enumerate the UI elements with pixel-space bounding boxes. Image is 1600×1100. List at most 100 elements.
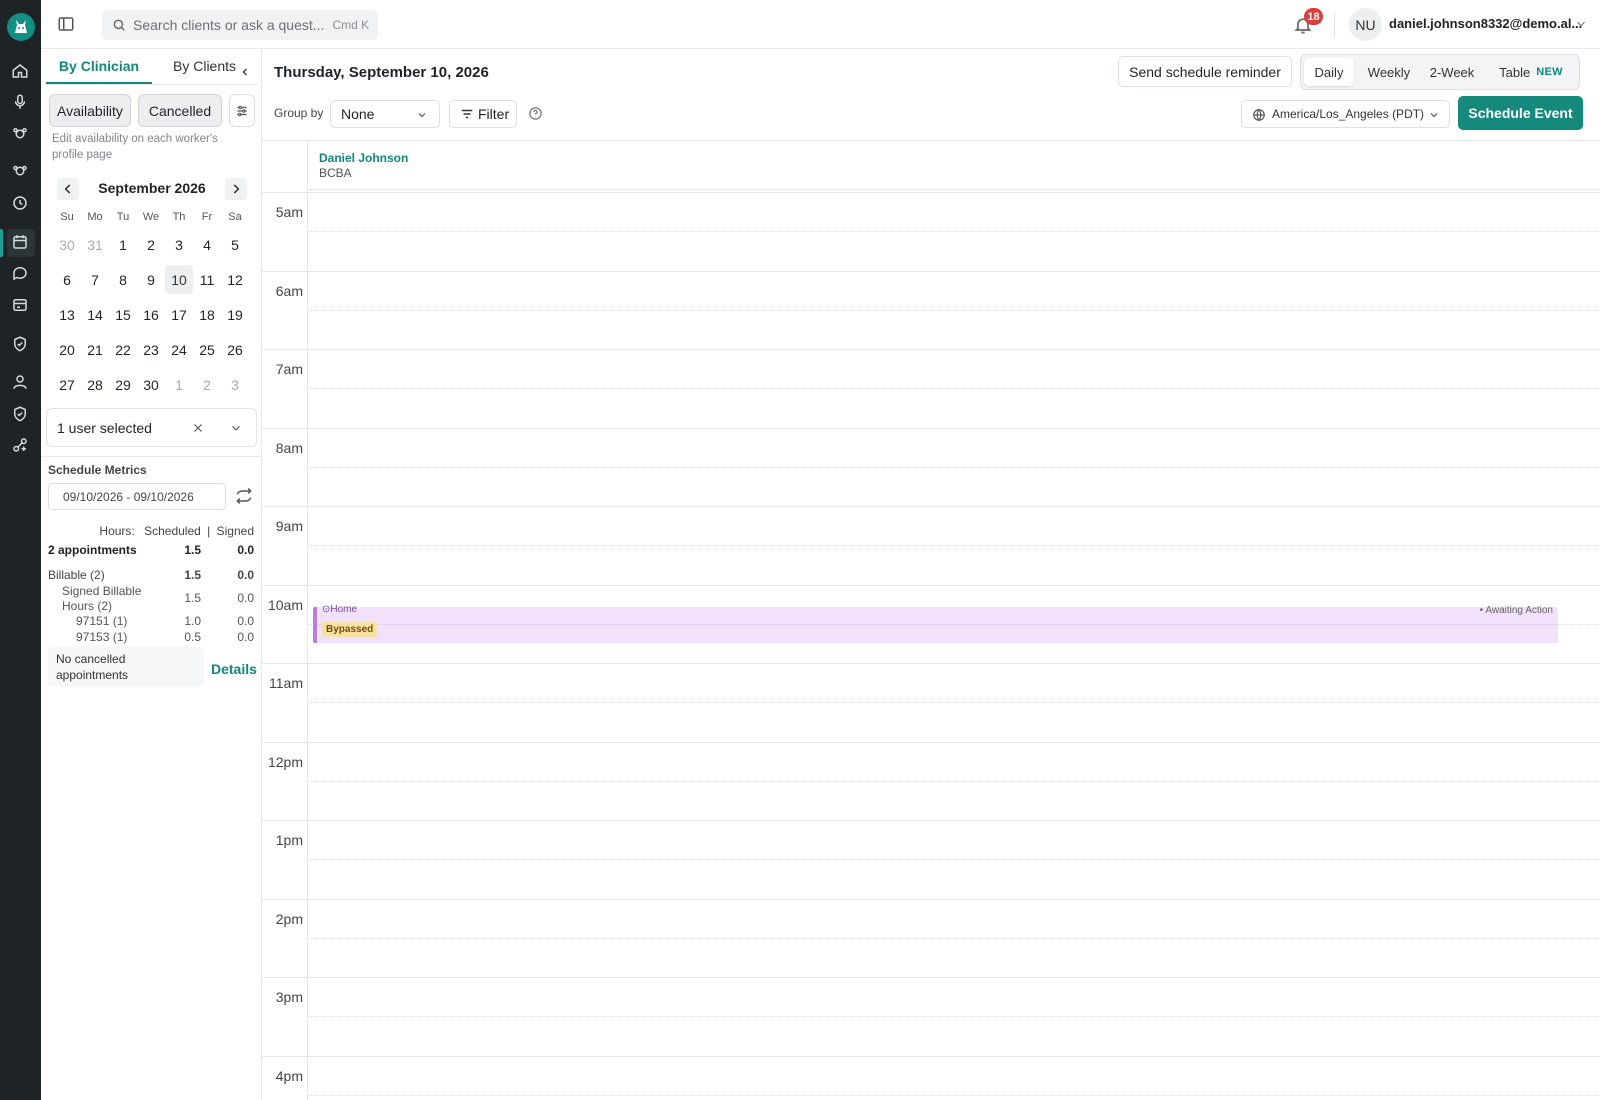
calendar-day[interactable]: 5 [221, 227, 249, 262]
calendar-day[interactable]: 1 [109, 227, 137, 262]
hour-line [262, 977, 1600, 978]
close-icon[interactable] [191, 421, 205, 435]
calendar-day[interactable]: 18 [193, 297, 221, 332]
filter-button[interactable]: Filter [449, 100, 517, 128]
chevron-right-icon [233, 184, 240, 194]
calendar-day[interactable]: 16 [137, 297, 165, 332]
sidebar-toggle-icon[interactable] [57, 15, 75, 33]
worker-icon[interactable] [11, 162, 31, 182]
calendar-day[interactable]: 2 [193, 367, 221, 402]
tab-by-clients[interactable]: By Clients [173, 58, 236, 74]
filter-label: Filter [478, 106, 510, 122]
chat-icon[interactable] [11, 264, 31, 284]
calendar-day[interactable]: 31 [81, 227, 109, 262]
calendar-day[interactable]: 27 [53, 367, 81, 402]
billing-icon[interactable] [11, 296, 31, 316]
schedule-event-button[interactable]: Schedule Event [1458, 96, 1583, 130]
calendar-day[interactable]: 24 [165, 332, 193, 367]
calendar-day[interactable]: 9 [137, 262, 165, 297]
appointment-event[interactable]: ⊙Home • Awaiting Action Bypassed [313, 604, 1558, 643]
availability-button[interactable]: Availability [49, 94, 131, 127]
user-email[interactable]: daniel.johnson8332@demo.al... [1389, 16, 1582, 31]
search-shortcut: Cmd K [332, 18, 370, 32]
view-2-week[interactable]: 2-Week [1422, 58, 1482, 86]
metrics-date-range[interactable]: 09/10/2026 - 09/10/2026 [48, 483, 226, 510]
view-table[interactable]: Table NEW [1485, 58, 1577, 86]
person-icon[interactable] [11, 373, 31, 393]
metric-signed: 0.0 [237, 591, 254, 605]
tabs-underline [46, 84, 258, 85]
weekday-label: Su [60, 211, 74, 223]
metric-label: 97151 (1) [76, 614, 128, 628]
no-cancelled-note: No cancelled appointments [48, 647, 204, 687]
chevron-down-icon[interactable] [1574, 17, 1588, 31]
search-bar[interactable]: Search clients or ask a quest... Cmd K [102, 10, 378, 40]
calendar-day[interactable]: 22 [109, 332, 137, 367]
calendar-day[interactable]: 12 [221, 262, 249, 297]
metrics-row: 2 appointments 1.5 0.0 [48, 543, 254, 557]
help-icon[interactable] [528, 106, 543, 121]
calendar-day[interactable]: 26 [221, 332, 249, 367]
metric-label: 97153 (1) [76, 630, 128, 644]
metric-scheduled: 1.5 [184, 591, 201, 605]
clock-icon[interactable] [11, 194, 31, 214]
refresh-icon[interactable] [234, 486, 254, 506]
hour-label: 11am [269, 675, 303, 691]
chevron-down-icon[interactable] [229, 421, 243, 435]
user-select[interactable]: 1 user selected [46, 408, 257, 447]
view-weekly[interactable]: Weekly [1359, 58, 1419, 86]
calendar-day[interactable]: 4 [193, 227, 221, 262]
home-icon[interactable] [11, 62, 31, 82]
details-link[interactable]: Details [211, 661, 257, 677]
notification-badge: 18 [1304, 8, 1323, 25]
sliders-icon[interactable] [229, 94, 255, 127]
calendar-day[interactable]: 23 [137, 332, 165, 367]
calendar-day[interactable]: 11 [193, 262, 221, 297]
send-reminder-button[interactable]: Send schedule reminder [1118, 56, 1292, 87]
shield-check-icon[interactable] [11, 405, 31, 425]
calendar-day[interactable]: 29 [109, 367, 137, 402]
calendar-day[interactable]: 28 [81, 367, 109, 402]
calendar-day[interactable]: 30 [53, 227, 81, 262]
weekday-label: Sa [228, 211, 242, 223]
bypassed-badge: Bypassed [322, 622, 378, 637]
hour-line [262, 270, 1600, 272]
view-tabs: By Clinician By Clients [46, 58, 258, 84]
avatar[interactable]: NU [1349, 8, 1382, 41]
microphone-icon[interactable] [11, 93, 31, 113]
calendar-day[interactable]: 13 [53, 297, 81, 332]
calendar-day[interactable]: 21 [81, 332, 109, 367]
view-daily[interactable]: Daily [1304, 58, 1354, 86]
calendar-day[interactable]: 2 [137, 227, 165, 262]
group-by-value: None [341, 106, 375, 122]
next-month-button[interactable] [225, 178, 247, 200]
calendar-day[interactable]: 8 [109, 262, 137, 297]
calendar-day[interactable]: 3 [165, 227, 193, 262]
calendar-day[interactable]: 15 [109, 297, 137, 332]
group-by-select[interactable]: None [330, 100, 440, 128]
timezone-select[interactable]: America/Los_Angeles (PDT) [1241, 100, 1450, 128]
hour-line [262, 1055, 1600, 1057]
calendar-day[interactable]: 3 [221, 367, 249, 402]
shield-icon[interactable] [11, 335, 31, 355]
calendar-icon[interactable] [7, 229, 35, 257]
calendar-day[interactable]: 17 [165, 297, 193, 332]
calendar-day[interactable]: 7 [81, 262, 109, 297]
clinician-column-header[interactable]: Daniel Johnson BCBA [307, 141, 1600, 190]
tab-by-clinician[interactable]: By Clinician [46, 58, 152, 84]
calendar-day[interactable]: 30 [137, 367, 165, 402]
view-switcher: Daily Weekly 2-Week Table NEW [1300, 54, 1580, 90]
chevron-left-icon[interactable] [239, 66, 251, 78]
calendar-day[interactable]: 10 [165, 265, 193, 294]
cancelled-button[interactable]: Cancelled [138, 94, 222, 127]
app-logo[interactable] [7, 13, 35, 41]
calendar-day[interactable]: 1 [165, 367, 193, 402]
calendar-day[interactable]: 14 [81, 297, 109, 332]
integrations-icon[interactable] [11, 436, 31, 456]
client-icon[interactable] [11, 125, 31, 145]
calendar-day[interactable]: 6 [53, 262, 81, 297]
clinician-name[interactable]: Daniel Johnson [319, 151, 408, 165]
calendar-day[interactable]: 19 [221, 297, 249, 332]
calendar-day[interactable]: 20 [53, 332, 81, 367]
calendar-day[interactable]: 25 [193, 332, 221, 367]
